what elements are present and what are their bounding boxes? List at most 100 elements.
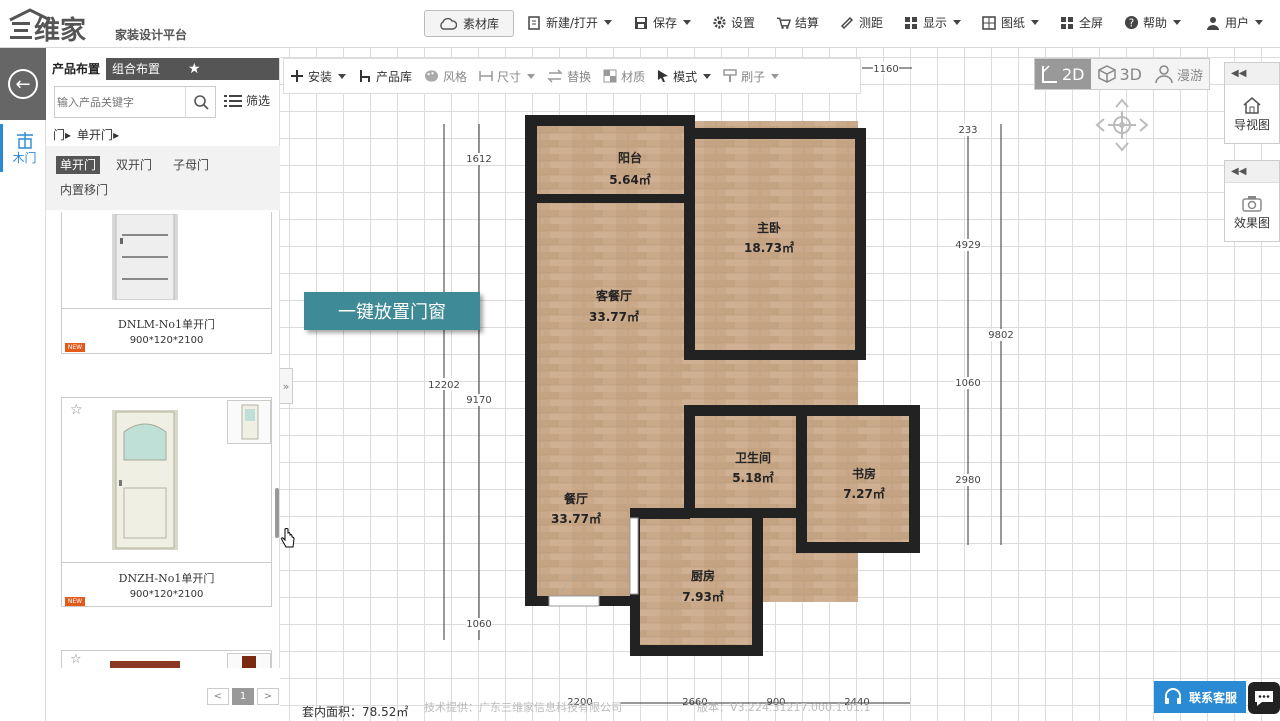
ruler-icon: [839, 15, 855, 31]
pan-navigation-control[interactable]: [1094, 97, 1150, 153]
product-card[interactable]: DNLM-No1单开门 900*120*2100 NEW: [61, 212, 272, 354]
next-page-button[interactable]: >: [257, 688, 279, 705]
material-library-button[interactable]: 素材库: [424, 10, 514, 37]
menu-help[interactable]: ? 帮助: [1123, 14, 1182, 31]
menu-user[interactable]: 用户: [1205, 14, 1264, 31]
current-page[interactable]: 1: [232, 688, 254, 705]
favorite-star-icon[interactable]: ☆: [70, 402, 83, 418]
tool-size[interactable]: 尺寸: [479, 68, 536, 85]
wooden-door-icon: [16, 131, 33, 149]
breadcrumb-single-door[interactable]: 单开门▸: [77, 126, 119, 143]
chat-button[interactable]: [1248, 682, 1280, 714]
dim-left-total: 12202: [428, 380, 460, 391]
arrow-left-icon: ←: [8, 69, 38, 99]
gear-icon: [711, 15, 727, 31]
menu-save[interactable]: 保存: [633, 14, 692, 31]
palette-icon: [424, 70, 439, 82]
menu-new-open-label: 新建/打开: [546, 16, 599, 30]
product-list-scrollbar[interactable]: [275, 488, 279, 538]
chat-bubble-icon: [1255, 691, 1273, 706]
subcat-mother-child-door[interactable]: 子母门: [169, 156, 213, 174]
menu-new-open[interactable]: 新建/打开: [526, 14, 613, 31]
menu-fullscreen[interactable]: 全屏: [1059, 14, 1103, 31]
panel-tabs: 产品布置 组合布置 ★: [46, 58, 279, 80]
menu-checkout[interactable]: 结算: [775, 14, 819, 31]
grid-icon: [903, 15, 919, 31]
view-2d-label: 2D: [1062, 64, 1085, 84]
breadcrumb: 门▸ 单开门▸: [53, 126, 119, 143]
room-name-dining: 餐厅: [564, 491, 588, 506]
chevron-right-icon: »: [282, 379, 290, 393]
sanweijia-logo[interactable]: 维家: [8, 6, 103, 42]
pagination: < 1 >: [207, 688, 279, 705]
tab-combo-layout[interactable]: 组合布置: [106, 58, 166, 80]
tool-brush[interactable]: 刷子: [723, 68, 780, 85]
prev-page-button[interactable]: <: [207, 688, 229, 705]
tool-product-library[interactable]: 产品库: [358, 68, 412, 85]
view-walk-button[interactable]: 漫游: [1148, 59, 1209, 89]
menu-drawings[interactable]: 图纸: [981, 14, 1040, 31]
brand-tagline: 家装设计平台: [115, 28, 188, 42]
tool-material[interactable]: 材质: [603, 68, 645, 85]
tool-install[interactable]: 安装: [290, 68, 347, 85]
breadcrumb-door[interactable]: 门▸: [53, 126, 71, 143]
menu-settings[interactable]: 设置: [711, 14, 755, 31]
back-button[interactable]: ←: [0, 48, 46, 120]
menu-save-label: 保存: [653, 16, 678, 30]
favorite-star-icon[interactable]: ☆: [70, 652, 82, 667]
variant-thumbnail[interactable]: [227, 400, 271, 444]
brush-icon: [723, 69, 737, 82]
version-info: 版本：V3.224.31217.000.1.01.1: [697, 701, 871, 714]
view-3d-button[interactable]: 3D: [1091, 59, 1149, 89]
category-wooden-door[interactable]: 木门: [0, 124, 46, 172]
subcat-single-door[interactable]: 单开门: [56, 156, 101, 174]
search-button[interactable]: [185, 87, 215, 117]
panel-collapse-handle[interactable]: »: [280, 368, 293, 404]
menu-measure[interactable]: 测距: [839, 14, 883, 31]
subcategory-list: 单开门 双开门 子母门 内置移门: [46, 146, 280, 210]
dim-right-top: 233: [958, 125, 977, 136]
subcat-double-door[interactable]: 双开门: [112, 156, 156, 174]
menu-settings-label: 设置: [731, 16, 756, 30]
contact-support-button[interactable]: 联系客服: [1154, 681, 1246, 713]
chevron-down-icon: [604, 20, 613, 25]
nav-view-panel[interactable]: ◀◀ 导视图: [1224, 62, 1280, 144]
tab-product-layout[interactable]: 产品布置: [46, 58, 107, 80]
tech-credit: 技术提供：广东三维家信息科技有限公司: [424, 701, 622, 714]
dim-left-bottom: 1060: [466, 619, 491, 630]
collapse-left-icon[interactable]: ◀◀: [1225, 63, 1279, 85]
top-bar: 维家 家装设计平台 素材库 新建/打开 保存 设置 结算 测距 显示 图纸 全屏…: [0, 0, 1280, 48]
auto-place-doors-windows-banner[interactable]: 一键放置门窗: [304, 292, 480, 330]
menu-display[interactable]: 显示: [903, 14, 962, 31]
save-icon: [633, 15, 649, 31]
tool-style[interactable]: 风格: [424, 68, 467, 85]
dim-right-a: 4929: [955, 240, 980, 251]
dim-left-top: 1612: [466, 154, 491, 165]
swap-icon: [547, 69, 563, 83]
breadcrumb-single-door-label: 单开门: [77, 128, 114, 142]
render-panel[interactable]: ◀◀ 效果图: [1224, 160, 1280, 242]
tool-style-label: 风格: [443, 69, 468, 84]
favorites-star-icon[interactable]: ★: [182, 58, 207, 80]
document-icon: [526, 15, 542, 31]
variant-thumbnail[interactable]: [227, 653, 271, 669]
menu-checkout-label: 结算: [795, 16, 820, 30]
product-search-input[interactable]: [55, 87, 187, 117]
tool-product-library-label: 产品库: [376, 69, 413, 84]
view-2d-button[interactable]: 2D: [1035, 59, 1091, 89]
subcat-sliding-door[interactable]: 内置移门: [56, 181, 112, 199]
tool-replace[interactable]: 替换: [547, 68, 591, 85]
chevron-down-icon: [1255, 20, 1264, 25]
svg-text:维家: 维家: [34, 15, 86, 42]
tool-mode[interactable]: 模式: [657, 68, 712, 85]
category-wooden-door-label: 木门: [12, 150, 37, 165]
product-card[interactable]: ☆: [61, 650, 272, 669]
product-search-box: [54, 86, 216, 118]
filter-button[interactable]: 筛选: [224, 92, 270, 109]
product-card[interactable]: ☆ DNZH-No1单开门 900*120*2100 NEW: [61, 397, 272, 607]
dim-left-sub: 9170: [466, 395, 491, 406]
svg-text:?: ?: [1128, 17, 1133, 29]
collapse-left-icon[interactable]: ◀◀: [1225, 161, 1279, 183]
tool-replace-label: 替换: [567, 69, 592, 84]
view-3d-label: 3D: [1119, 64, 1143, 84]
